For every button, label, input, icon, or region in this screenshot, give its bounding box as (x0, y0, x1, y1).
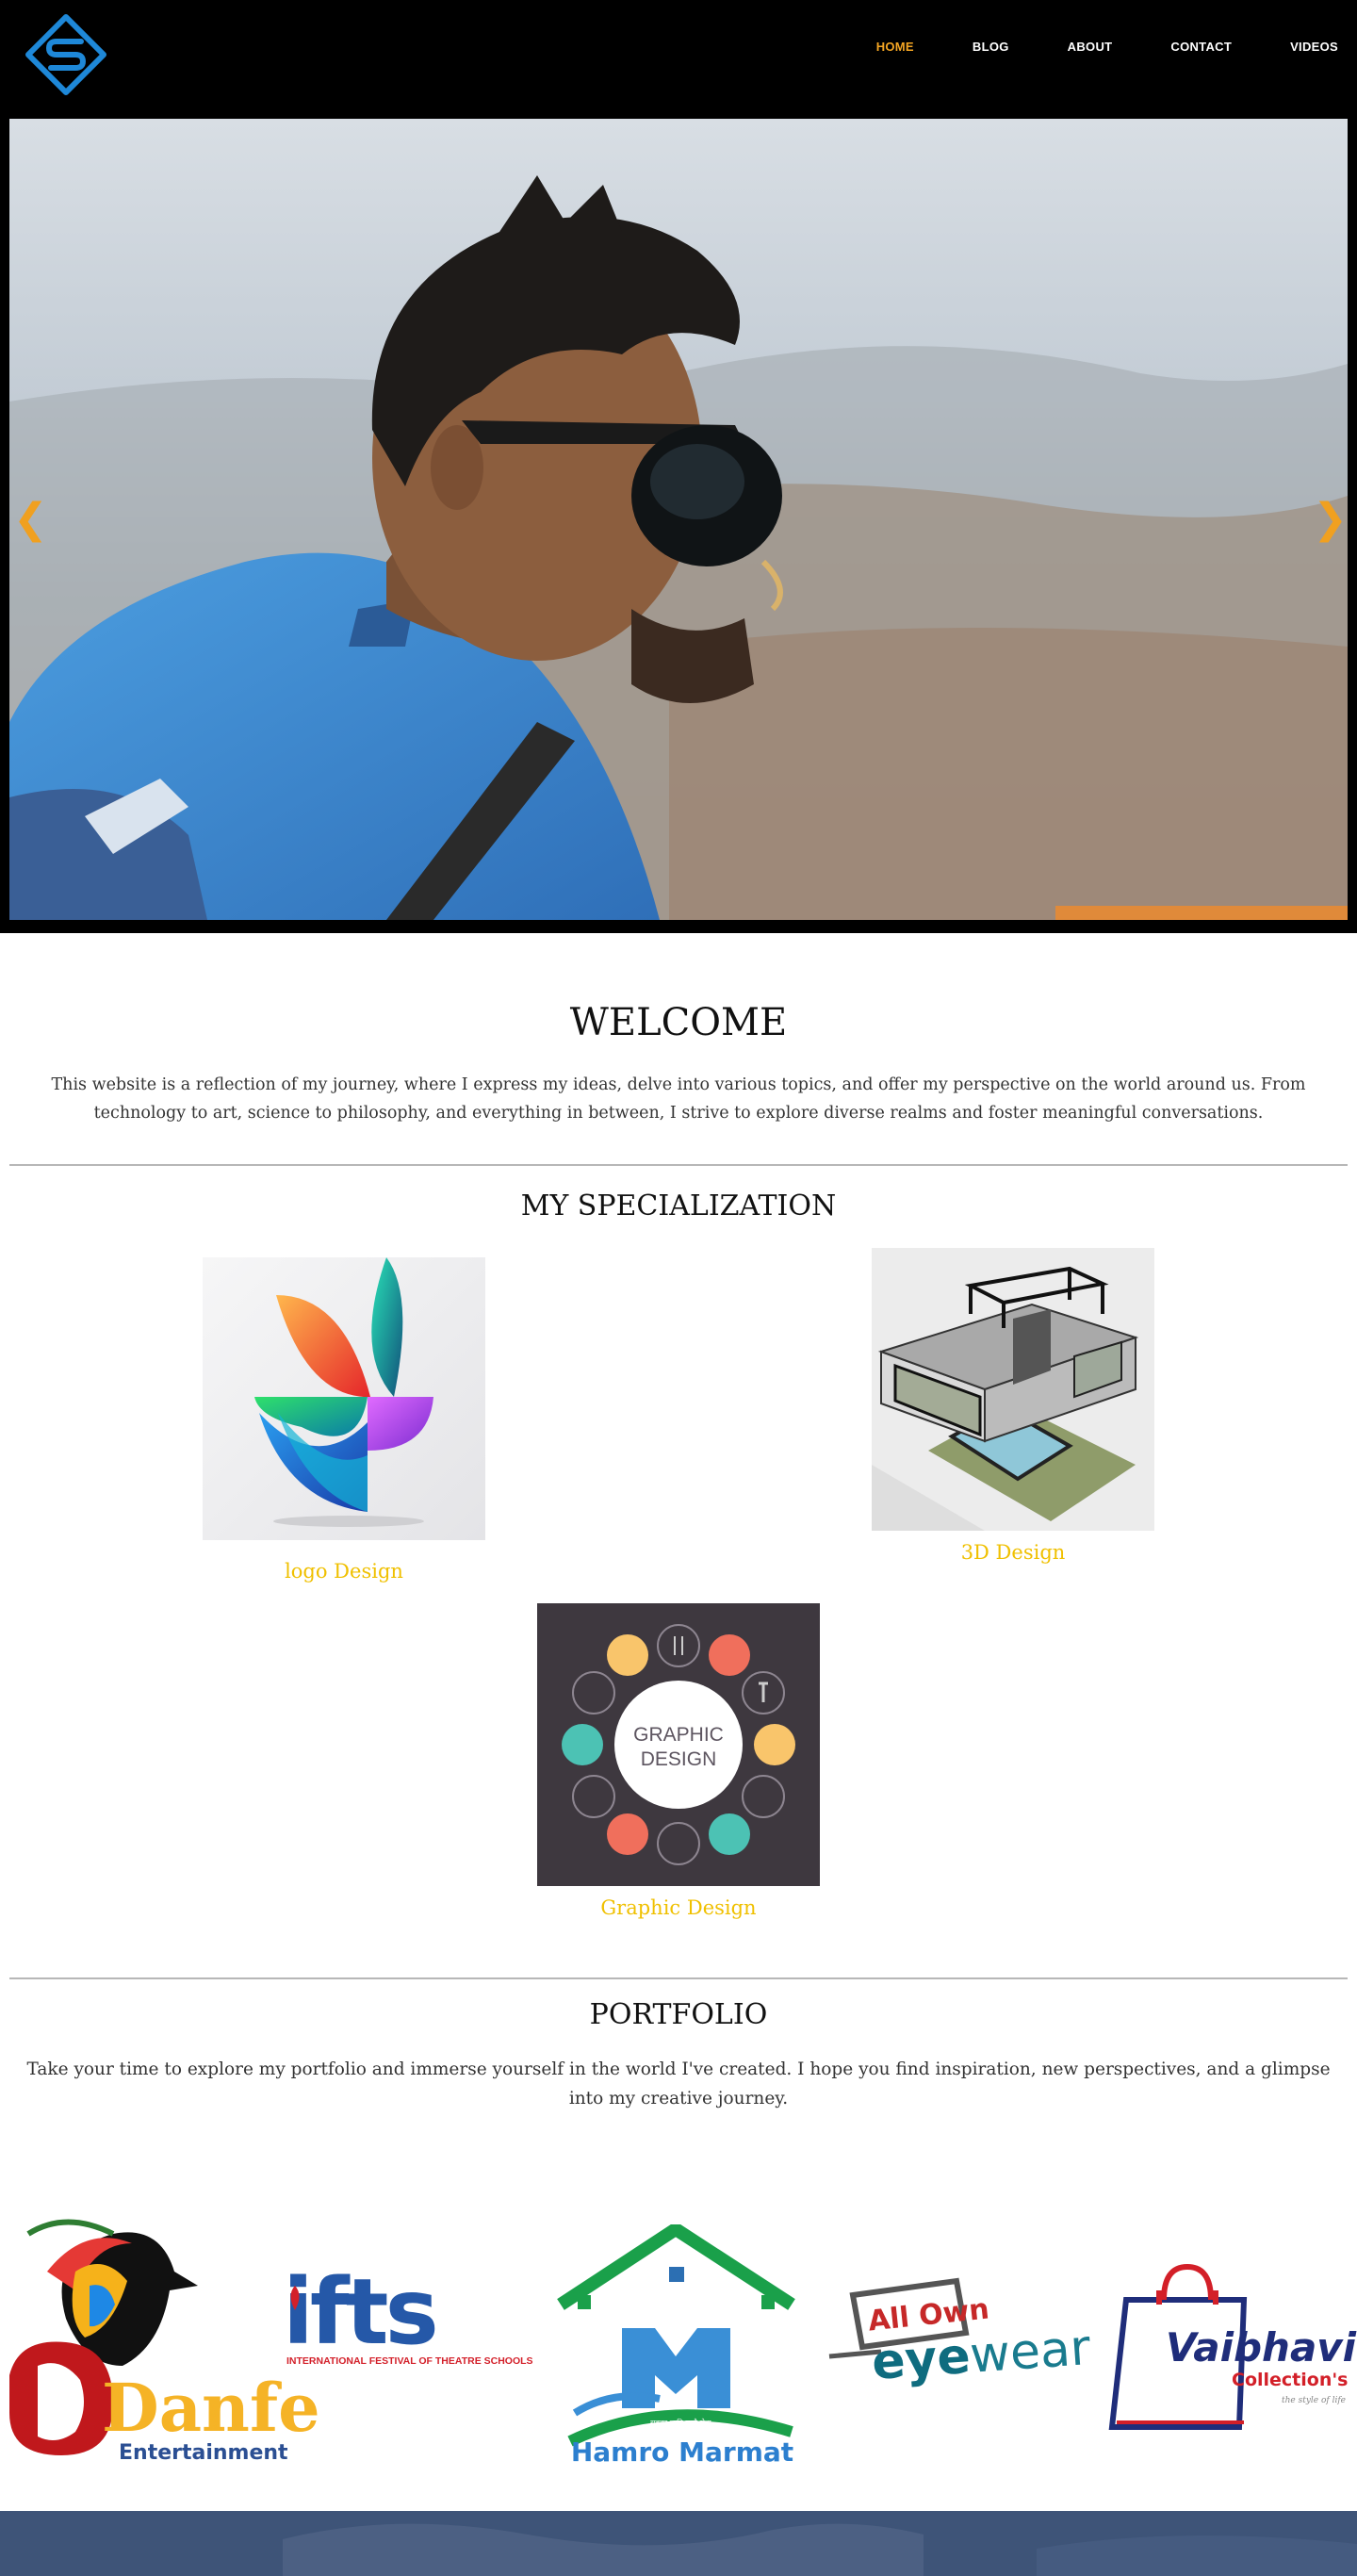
client-logo-all-own-eyewear[interactable]: All Own eyewear (825, 2276, 1092, 2418)
welcome-text: This website is a reflection of my journ… (51, 1075, 1306, 1123)
3d-design-image[interactable] (872, 1248, 1154, 1531)
hamro-marmat-tagline: सबका लागि घरमै सेवा (650, 2419, 711, 2427)
site-logo-icon[interactable] (23, 13, 109, 96)
danfe-sub: Entertainment (119, 2441, 288, 2465)
ifts-torch-icon (290, 2286, 300, 2310)
hamro-marmat-name: Hamro Marmat (570, 2437, 794, 2468)
graphic-design-art-icon: GRAPHIC DESIGN (537, 1603, 820, 1886)
nav-blog[interactable]: BLOG (973, 36, 1009, 57)
site-header: HOME BLOG ABOUT CONTACT VIDEOS (0, 0, 1357, 117)
eyewear-wear-text: wear (968, 2319, 1093, 2385)
hamro-marmat-house-icon (557, 2223, 795, 2447)
footer-band (0, 2511, 1357, 2576)
portfolio-text: Take your time to explore my portfolio a… (26, 2059, 1331, 2108)
footer-mountain-bg (0, 2511, 1357, 2576)
welcome-title: WELCOME (569, 1001, 788, 1044)
3d-house-art-icon (872, 1248, 1154, 1531)
logo-design-art-icon (203, 1257, 485, 1540)
eyewear-eye-text: eye (870, 2327, 973, 2392)
portfolio-title: PORTFOLIO (589, 1998, 768, 2031)
main-nav: HOME BLOG ABOUT CONTACT VIDEOS (818, 36, 1338, 57)
ifts-sub: INTERNATIONAL FESTIVAL OF THEATRE SCHOOL… (286, 2355, 533, 2367)
logo-design-label[interactable]: logo Design (203, 1560, 485, 1583)
client-logo-vaibhavi[interactable]: Vaibhavi Collection's the style of life (1107, 2262, 1356, 2441)
client-logo-danfe[interactable]: Danfe Entertainment (9, 2215, 320, 2469)
graphic-design-text-2: DESIGN (641, 1748, 717, 1770)
nav-contact[interactable]: CONTACT (1170, 36, 1232, 57)
vaibhavi-sub: Collection's (1232, 2370, 1349, 2390)
section-divider-2 (9, 1977, 1348, 1979)
specialization-title: MY SPECIALIZATION (520, 1190, 837, 1222)
nav-home[interactable]: HOME (876, 36, 914, 57)
hero-slide (9, 119, 1348, 920)
graphic-design-image[interactable]: GRAPHIC DESIGN (537, 1603, 820, 1886)
hero-slider: ❮ ❯ (0, 117, 1357, 933)
graphic-design-label[interactable]: Graphic Design (537, 1896, 820, 1919)
graphic-design-text-1: GRAPHIC (633, 1724, 724, 1746)
ifts-name: ifts (283, 2259, 439, 2365)
client-logo-ifts[interactable]: ifts INTERNATIONAL FESTIVAL OF THEATRE S… (283, 2267, 537, 2408)
vaibhavi-tagline: the style of life (1282, 2396, 1347, 2405)
client-logo-hamro-marmat[interactable]: सबका लागि घरमै सेवा Hamro Marmat (556, 2223, 801, 2469)
3d-design-label[interactable]: 3D Design (872, 1541, 1154, 1564)
logo-design-image[interactable] (203, 1257, 485, 1540)
nav-videos[interactable]: VIDEOS (1290, 36, 1338, 57)
slider-prev-arrow-icon[interactable]: ❮ (13, 499, 48, 540)
vaibhavi-name: Vaibhavi (1166, 2324, 1357, 2371)
nav-about[interactable]: ABOUT (1068, 36, 1113, 57)
hero-photo (9, 119, 1348, 920)
slider-next-arrow-icon[interactable]: ❯ (1313, 499, 1348, 540)
section-divider (9, 1164, 1348, 1166)
